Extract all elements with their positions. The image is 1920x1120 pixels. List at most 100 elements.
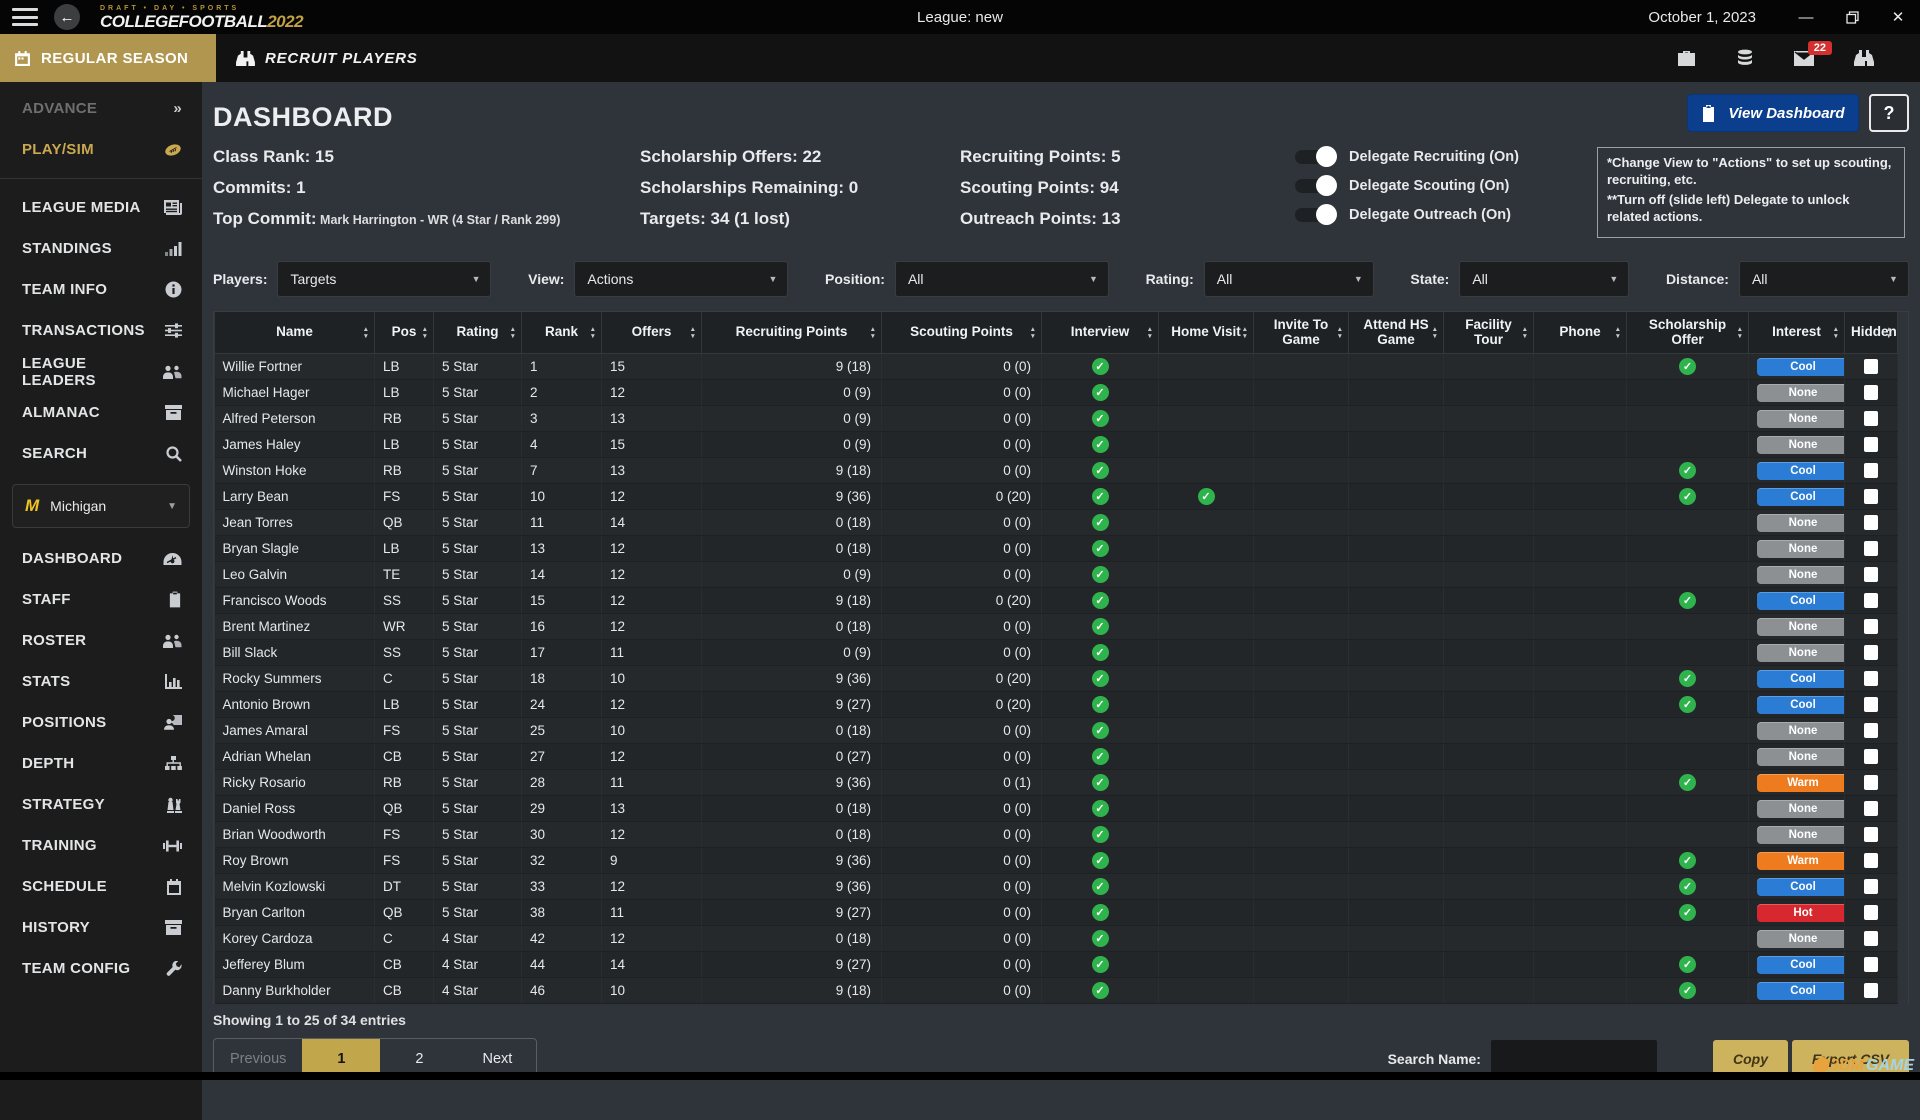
table-row[interactable]: Ricky RosarioRB5 Star28119 (36)0 (1)✓✓Wa… (215, 770, 1898, 796)
filter-select-distance[interactable]: All▼ (1739, 261, 1909, 297)
filter-select-players[interactable]: Targets▼ (277, 261, 491, 297)
hidden-checkbox[interactable] (1864, 853, 1878, 868)
table-row[interactable]: Winston HokeRB5 Star7139 (18)0 (0)✓✓Cool (215, 458, 1898, 484)
interest-badge[interactable]: Hot (1757, 904, 1845, 922)
column-header-name[interactable]: Name▲▼ (215, 312, 375, 354)
sidebar-item-team-info[interactable]: TEAM INFO (0, 269, 202, 310)
sidebar-item-schedule[interactable]: SCHEDULE (0, 866, 202, 907)
interest-badge[interactable]: None (1757, 514, 1845, 532)
interest-badge[interactable]: Cool (1757, 956, 1845, 974)
interest-badge[interactable]: Cool (1757, 358, 1845, 376)
column-header-rating[interactable]: Rating▲▼ (434, 312, 522, 354)
hidden-checkbox[interactable] (1864, 385, 1878, 400)
interest-badge[interactable]: Cool (1757, 592, 1845, 610)
briefcase-icon[interactable] (1677, 50, 1696, 67)
sidebar-item-standings[interactable]: STANDINGS (0, 228, 202, 269)
hidden-checkbox[interactable] (1864, 359, 1878, 374)
column-header-home-visit[interactable]: Home Visit▲▼ (1159, 312, 1254, 354)
hidden-checkbox[interactable] (1864, 931, 1878, 946)
help-button[interactable]: ? (1869, 94, 1909, 132)
hidden-checkbox[interactable] (1864, 619, 1878, 634)
table-row[interactable]: Leo GalvinTE5 Star14120 (9)0 (0)✓None (215, 562, 1898, 588)
hidden-checkbox[interactable] (1864, 827, 1878, 842)
table-row[interactable]: Willie FortnerLB5 Star1159 (18)0 (0)✓✓Co… (215, 354, 1898, 380)
toggle-delegate-recruiting-on-[interactable]: Delegate Recruiting (On) (1295, 149, 1595, 165)
table-row[interactable]: Jefferey BlumCB4 Star44149 (27)0 (0)✓✓Co… (215, 952, 1898, 978)
column-header-pos[interactable]: Pos▲▼ (375, 312, 434, 354)
team-selector[interactable]: M Michigan ▼ (12, 484, 190, 528)
interest-badge[interactable]: Cool (1757, 488, 1845, 506)
hidden-checkbox[interactable] (1864, 541, 1878, 556)
hidden-checkbox[interactable] (1864, 749, 1878, 764)
table-row[interactable]: Melvin KozlowskiDT5 Star33129 (36)0 (0)✓… (215, 874, 1898, 900)
binoculars-icon[interactable] (1854, 49, 1874, 67)
toggle-switch[interactable] (1295, 150, 1335, 164)
hidden-checkbox[interactable] (1864, 567, 1878, 582)
database-icon[interactable] (1736, 49, 1754, 67)
column-header-interview[interactable]: Interview▲▼ (1042, 312, 1159, 354)
table-row[interactable]: Bill SlackSS5 Star17110 (9)0 (0)✓None (215, 640, 1898, 666)
interest-badge[interactable]: None (1757, 384, 1845, 402)
column-header-scholarship-offer[interactable]: Scholarship Offer▲▼ (1627, 312, 1749, 354)
hidden-checkbox[interactable] (1864, 671, 1878, 686)
interest-badge[interactable]: None (1757, 722, 1845, 740)
sidebar-item-training[interactable]: TRAINING (0, 825, 202, 866)
filter-select-view[interactable]: Actions▼ (574, 261, 788, 297)
interest-badge[interactable]: None (1757, 436, 1845, 454)
interest-badge[interactable]: None (1757, 540, 1845, 558)
sidebar-item-stats[interactable]: STATS (0, 661, 202, 702)
table-row[interactable]: Bryan CarltonQB5 Star38119 (27)0 (0)✓✓Ho… (215, 900, 1898, 926)
table-row[interactable]: Michael HagerLB5 Star2120 (9)0 (0)✓None (215, 380, 1898, 406)
sidebar-item-league-media[interactable]: LEAGUE MEDIA (0, 187, 202, 228)
column-header-interest[interactable]: Interest▲▼ (1749, 312, 1845, 354)
restore-button[interactable] (1842, 7, 1862, 27)
table-row[interactable]: Larry BeanFS5 Star10129 (36)0 (20)✓✓✓Coo… (215, 484, 1898, 510)
sidebar-item-league-leaders[interactable]: LEAGUE LEADERS (0, 351, 202, 392)
column-header-attend-hs-game[interactable]: Attend HS Game▲▼ (1349, 312, 1444, 354)
sidebar-item-almanac[interactable]: ALMANAC (0, 392, 202, 433)
filter-select-state[interactable]: All▼ (1459, 261, 1629, 297)
interest-badge[interactable]: Cool (1757, 670, 1845, 688)
table-row[interactable]: Rocky SummersC5 Star18109 (36)0 (20)✓✓Co… (215, 666, 1898, 692)
back-button[interactable]: ← (54, 4, 80, 30)
interest-badge[interactable]: Cool (1757, 878, 1845, 896)
view-dashboard-button[interactable]: View Dashboard (1687, 94, 1859, 132)
minimize-button[interactable]: — (1796, 7, 1816, 27)
sidebar-item-advance[interactable]: ADVANCE » (0, 88, 202, 129)
column-header-recruiting-points[interactable]: Recruiting Points▲▼ (702, 312, 882, 354)
sidebar-item-history[interactable]: HISTORY (0, 907, 202, 948)
hidden-checkbox[interactable] (1864, 645, 1878, 660)
filter-select-position[interactable]: All▼ (895, 261, 1109, 297)
toggle-delegate-scouting-on-[interactable]: Delegate Scouting (On) (1295, 178, 1595, 194)
column-header-hidden[interactable]: Hidden▲▼ (1845, 312, 1898, 354)
hidden-checkbox[interactable] (1864, 801, 1878, 816)
interest-badge[interactable]: Cool (1757, 982, 1845, 1000)
interest-badge[interactable]: None (1757, 566, 1845, 584)
interest-badge[interactable]: None (1757, 930, 1845, 948)
table-row[interactable]: Francisco WoodsSS5 Star15129 (18)0 (20)✓… (215, 588, 1898, 614)
table-row[interactable]: James AmaralFS5 Star25100 (18)0 (0)✓None (215, 718, 1898, 744)
hamburger-menu-icon[interactable] (12, 8, 38, 26)
hidden-checkbox[interactable] (1864, 437, 1878, 452)
hidden-checkbox[interactable] (1864, 879, 1878, 894)
table-row[interactable]: James HaleyLB5 Star4150 (9)0 (0)✓None (215, 432, 1898, 458)
column-header-phone[interactable]: Phone▲▼ (1534, 312, 1627, 354)
regular-season-tab[interactable]: REGULAR SEASON (0, 34, 216, 82)
table-row[interactable]: Daniel RossQB5 Star29130 (18)0 (0)✓None (215, 796, 1898, 822)
hidden-checkbox[interactable] (1864, 411, 1878, 426)
interest-badge[interactable]: None (1757, 410, 1845, 428)
toggle-switch[interactable] (1295, 179, 1335, 193)
hidden-checkbox[interactable] (1864, 697, 1878, 712)
table-row[interactable]: Korey CardozaC4 Star42120 (18)0 (0)✓None (215, 926, 1898, 952)
interest-badge[interactable]: None (1757, 618, 1845, 636)
sidebar-item-dashboard[interactable]: DASHBOARD (0, 538, 202, 579)
sidebar-item-search[interactable]: SEARCH (0, 433, 202, 474)
sidebar-item-team-config[interactable]: TEAM CONFIG (0, 948, 202, 989)
recruit-players-tab[interactable]: RECRUIT PLAYERS (216, 34, 418, 82)
interest-badge[interactable]: Warm (1757, 774, 1845, 792)
toggle-switch[interactable] (1295, 208, 1335, 222)
close-button[interactable]: ✕ (1888, 7, 1908, 27)
column-header-scouting-points[interactable]: Scouting Points▲▼ (882, 312, 1042, 354)
table-row[interactable]: Bryan SlagleLB5 Star13120 (18)0 (0)✓None (215, 536, 1898, 562)
sidebar-item-staff[interactable]: STAFF (0, 579, 202, 620)
